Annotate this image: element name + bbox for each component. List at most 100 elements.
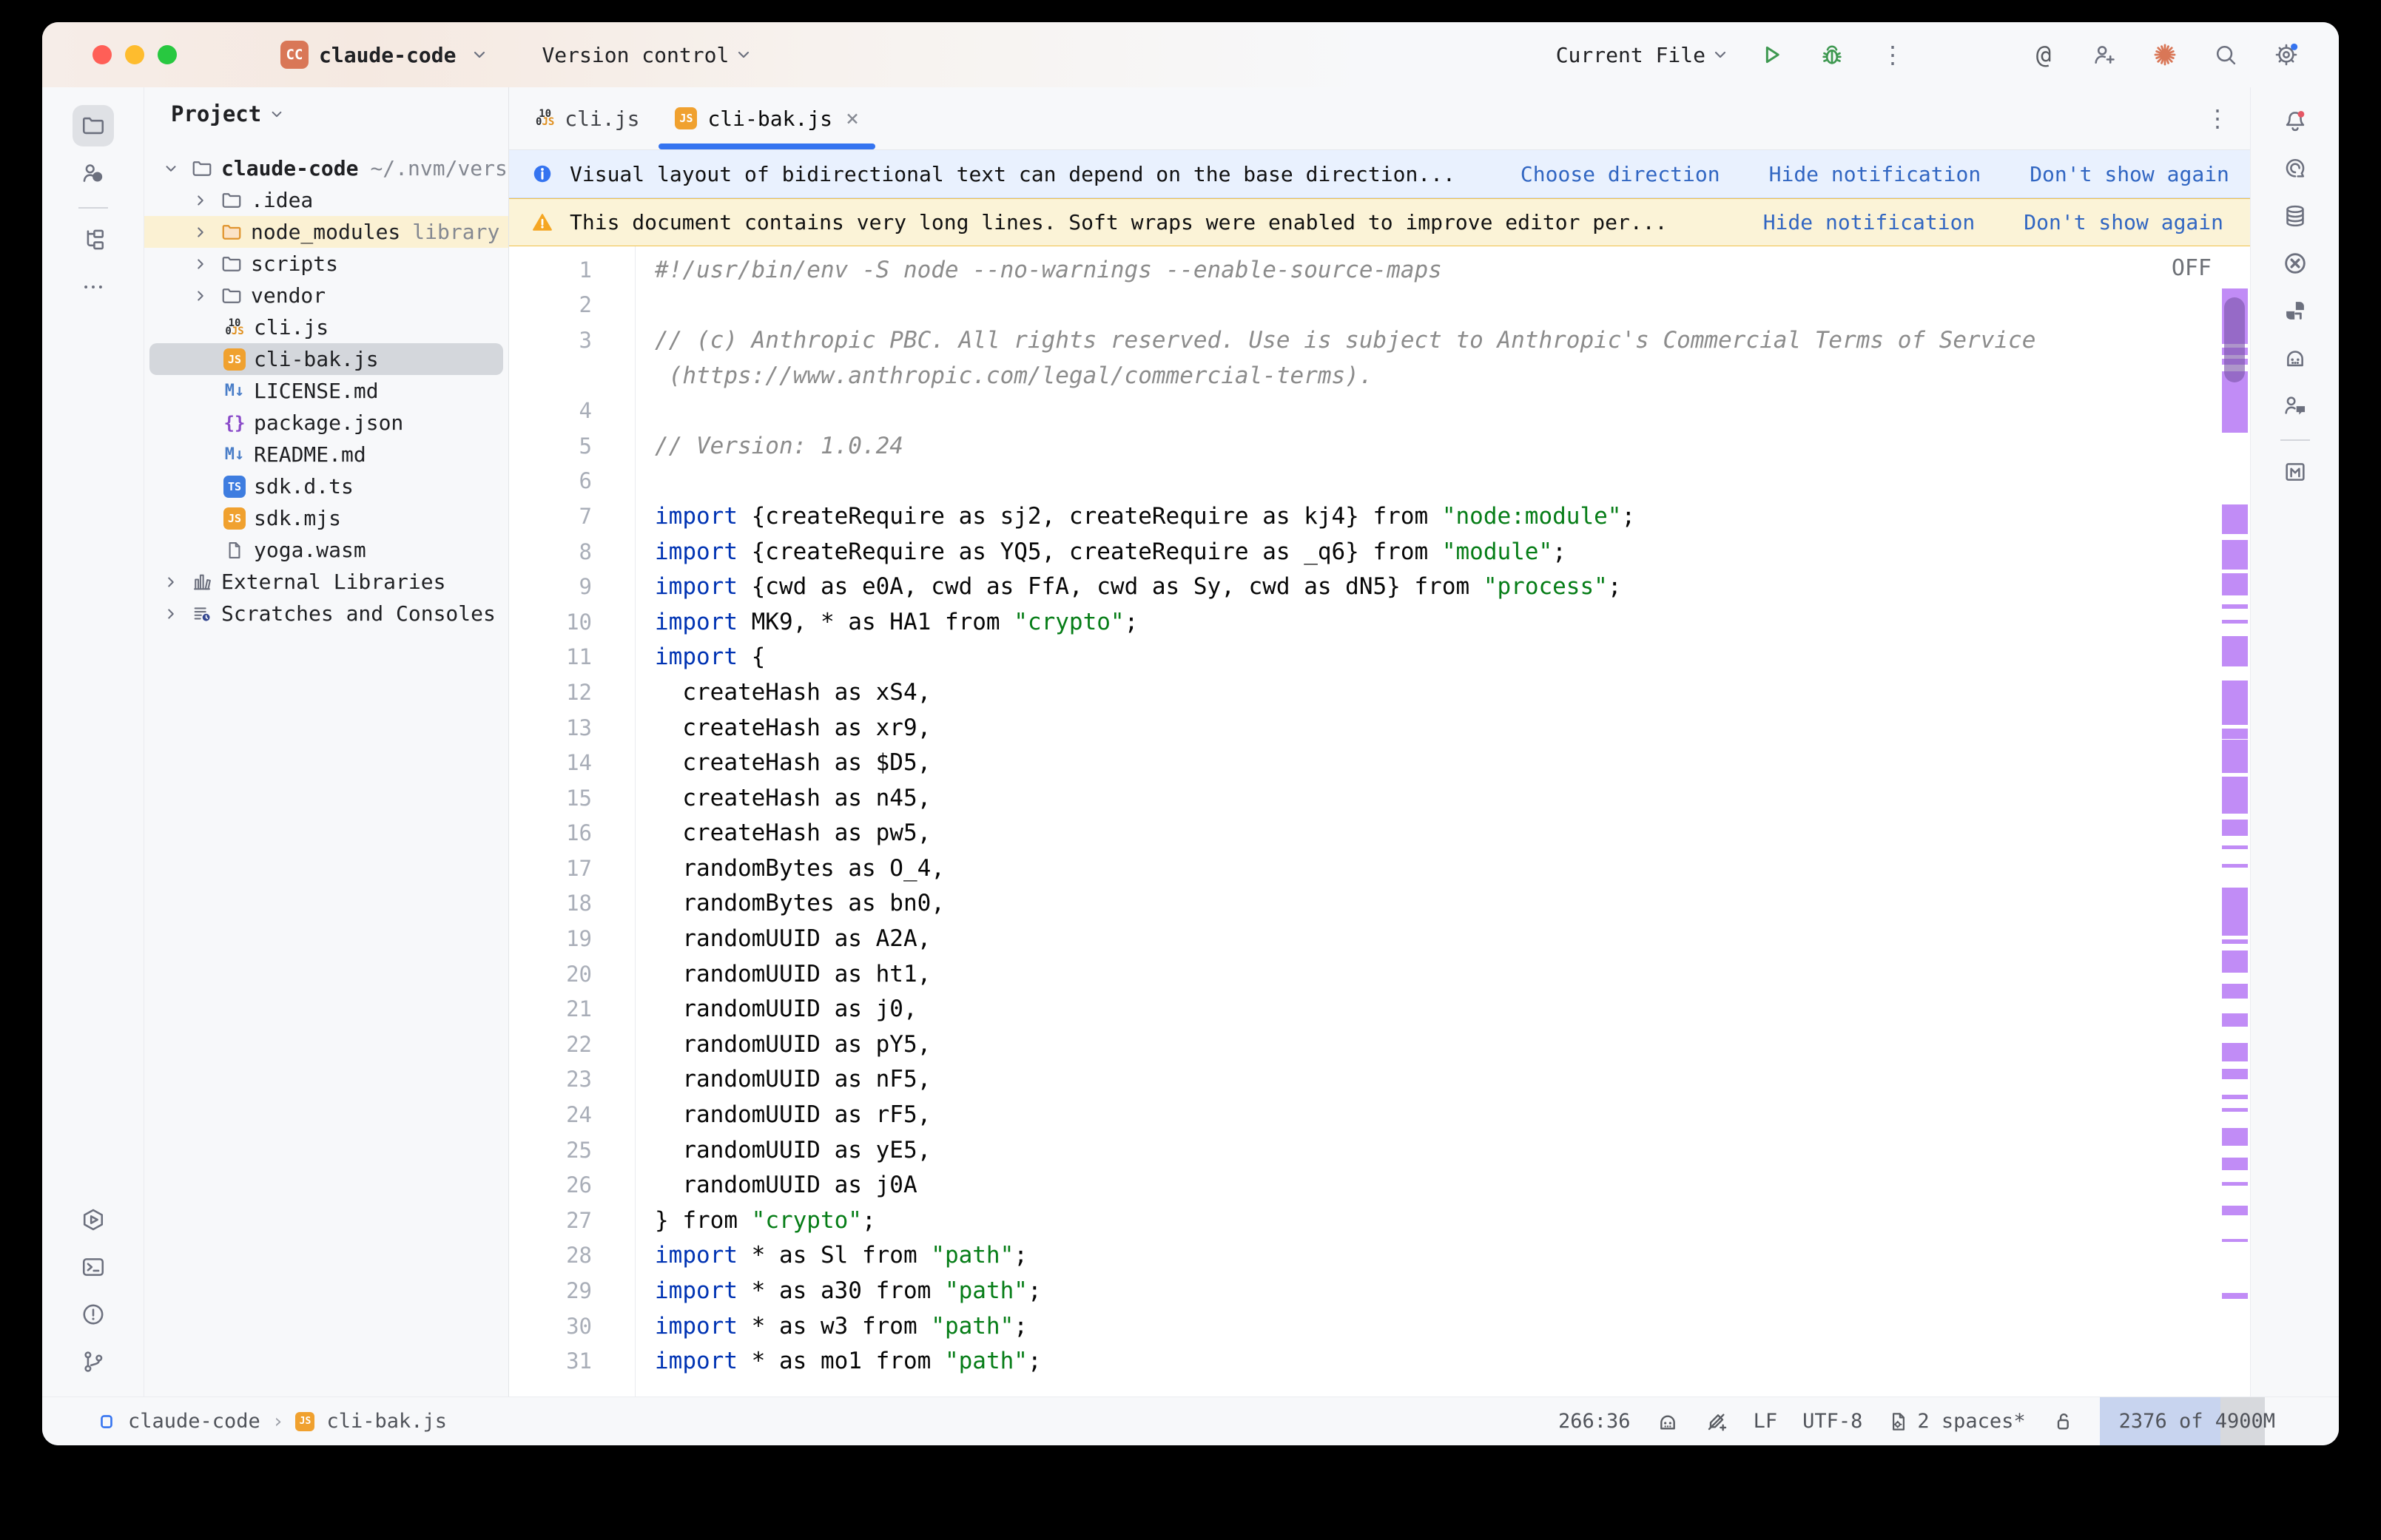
mentions-button[interactable]: @ xyxy=(2027,38,2061,72)
anthropic-assistant-button[interactable] xyxy=(2148,38,2182,72)
chevron-down-icon[interactable] xyxy=(156,161,186,177)
inspector-robot-icon[interactable] xyxy=(1656,1397,1680,1445)
memory-indicator[interactable]: 2376 of 4900M xyxy=(2100,1397,2294,1445)
indent-widget[interactable]: 2 spaces* xyxy=(1887,1397,2025,1445)
chevron-right-icon[interactable] xyxy=(186,224,215,240)
tree-item-LICENSE.md[interactable]: M↓LICENSE.md xyxy=(144,375,508,407)
chevron-right-icon[interactable] xyxy=(186,288,215,304)
tree-item-label: package.json xyxy=(254,411,403,435)
project-panel-title: Project xyxy=(171,101,261,126)
settings-button[interactable] xyxy=(2269,38,2303,72)
pull-requests-tool-button[interactable]: ? xyxy=(73,152,114,194)
left-tool-strip: ? xyxy=(42,87,144,1397)
module-icon xyxy=(97,1412,116,1431)
tree-item-cli-bak.js[interactable]: JScli-bak.js xyxy=(144,343,508,375)
encoding-widget[interactable]: UTF-8 xyxy=(1802,1397,1862,1445)
terminal-tool-button[interactable] xyxy=(73,1246,114,1288)
line-separator-widget[interactable]: LF xyxy=(1754,1397,1778,1445)
tree-item-scripts[interactable]: scripts xyxy=(144,248,508,280)
project-folder-tool-button[interactable] xyxy=(73,105,114,146)
chevron-down-icon xyxy=(270,109,283,119)
m-tool-tool-button[interactable] xyxy=(2274,451,2316,493)
tree-item-.idea[interactable]: .idea xyxy=(144,184,508,216)
code-editor[interactable]: OFF 1#!/usr/bin/env -S node --no-warning… xyxy=(509,246,2250,1397)
add-user-button[interactable] xyxy=(2087,38,2121,72)
tree-item-node_modules[interactable]: node_moduleslibrary xyxy=(144,216,508,248)
notifications-tool-button[interactable] xyxy=(2274,101,2316,142)
tree-item-cli.js[interactable]: 100JScli.js xyxy=(144,311,508,343)
tree-item-sdk.d.ts[interactable]: TSsdk.d.ts xyxy=(144,470,508,502)
line-number: 21 xyxy=(509,996,635,1021)
code-with-me-tool-button[interactable] xyxy=(2274,385,2316,426)
change-marker xyxy=(2222,740,2248,773)
banner-link[interactable]: Don't show again xyxy=(2024,210,2223,234)
tree-item-External Libraries[interactable]: External Libraries xyxy=(144,566,508,598)
line-number: 13 xyxy=(509,715,635,740)
more-actions-icon[interactable]: ⋮ xyxy=(1876,38,1910,72)
tab-label: cli.js xyxy=(565,107,639,131)
chevron-down-icon xyxy=(1713,50,1728,60)
plugin-tool-button[interactable] xyxy=(2274,290,2316,331)
tree-item-README.md[interactable]: M↓README.md xyxy=(144,439,508,470)
database-tool-button[interactable] xyxy=(2274,195,2316,237)
banner-link[interactable]: Hide notification xyxy=(1769,162,1981,186)
close-tab-icon[interactable]: × xyxy=(846,106,859,132)
problems-tool-button[interactable] xyxy=(73,1294,114,1335)
caret-position-widget[interactable]: 266:36 xyxy=(1558,1397,1631,1445)
scrollbar-thumb[interactable] xyxy=(2224,297,2245,382)
editor-tab-cli-bak.js[interactable]: JScli-bak.js× xyxy=(657,87,877,149)
highlight-level-icon[interactable] xyxy=(1705,1397,1728,1445)
line-number: 8 xyxy=(509,539,635,564)
tree-item-sdk.mjs[interactable]: JSsdk.mjs xyxy=(144,502,508,534)
chevron-right-icon[interactable] xyxy=(156,606,186,622)
fullscreen-window-button[interactable] xyxy=(158,45,177,64)
ai-robot-tool-button[interactable] xyxy=(2274,337,2316,379)
lock-icon[interactable] xyxy=(2051,1397,2075,1445)
code-line: 6 xyxy=(509,464,2250,499)
editor-tab-cli.js[interactable]: 100JScli.js xyxy=(518,87,657,149)
tree-item-Scratches and Consoles[interactable]: Scratches and Consoles xyxy=(144,598,508,629)
banner-link[interactable]: Hide notification xyxy=(1763,210,1976,234)
close-window-button[interactable] xyxy=(92,45,112,64)
version-control-tool-button[interactable] xyxy=(73,1341,114,1382)
highlighting-off-label[interactable]: OFF xyxy=(2172,255,2212,281)
vcs-menu[interactable]: Version control xyxy=(542,43,751,67)
line-number: 4 xyxy=(509,398,635,423)
structure-tool-button[interactable] xyxy=(73,219,114,260)
breadcrumb-file[interactable]: cli-bak.js xyxy=(326,1410,447,1433)
tree-item-label: Scratches and Consoles xyxy=(221,601,496,626)
project-widget[interactable]: CC claude-code xyxy=(280,41,487,69)
tree-item-package.json[interactable]: {}package.json xyxy=(144,407,508,439)
tree-item-vendor[interactable]: vendor xyxy=(144,280,508,311)
line-number: 24 xyxy=(509,1102,635,1127)
tab-options-icon[interactable]: ⋮ xyxy=(2206,87,2229,149)
tree-item-claude-code[interactable]: claude-code~/.nvm/vers xyxy=(144,152,508,184)
x-circle-icon xyxy=(2283,251,2308,276)
breadcrumb-separator: › xyxy=(272,1411,284,1433)
chevron-right-icon[interactable] xyxy=(156,574,186,590)
tree-item-label: sdk.d.ts xyxy=(254,474,354,499)
project-panel-header[interactable]: Project xyxy=(144,87,508,141)
code-line: 21 randomUUID as j0, xyxy=(509,991,2250,1027)
run-button[interactable] xyxy=(1754,38,1788,72)
minimize-window-button[interactable] xyxy=(125,45,144,64)
chevron-right-icon[interactable] xyxy=(186,256,215,272)
banner-link[interactable]: Choose direction xyxy=(1520,162,1720,186)
debug-button[interactable] xyxy=(1815,38,1849,72)
js-file-icon: JS xyxy=(675,107,697,129)
ai-chat-tool-button[interactable] xyxy=(2274,148,2316,189)
x-circle-tool-button[interactable] xyxy=(2274,243,2316,284)
change-marker xyxy=(2222,1069,2248,1079)
services-tool-button[interactable] xyxy=(73,1199,114,1240)
more-tools-tool-button[interactable] xyxy=(73,266,114,308)
right-tool-strip xyxy=(2250,87,2339,1397)
chevron-right-icon[interactable] xyxy=(186,192,215,209)
tree-item-yoga.wasm[interactable]: yoga.wasm xyxy=(144,534,508,566)
search-everywhere-button[interactable] xyxy=(2209,38,2243,72)
breadcrumb-project[interactable]: claude-code xyxy=(128,1410,260,1433)
tree-item-label: scripts xyxy=(251,251,338,276)
code-with-me-icon xyxy=(2283,393,2308,418)
banner-link[interactable]: Don't show again xyxy=(2030,162,2229,186)
run-configuration-selector[interactable]: Current File xyxy=(1556,43,1728,67)
change-marker xyxy=(2222,939,2248,944)
